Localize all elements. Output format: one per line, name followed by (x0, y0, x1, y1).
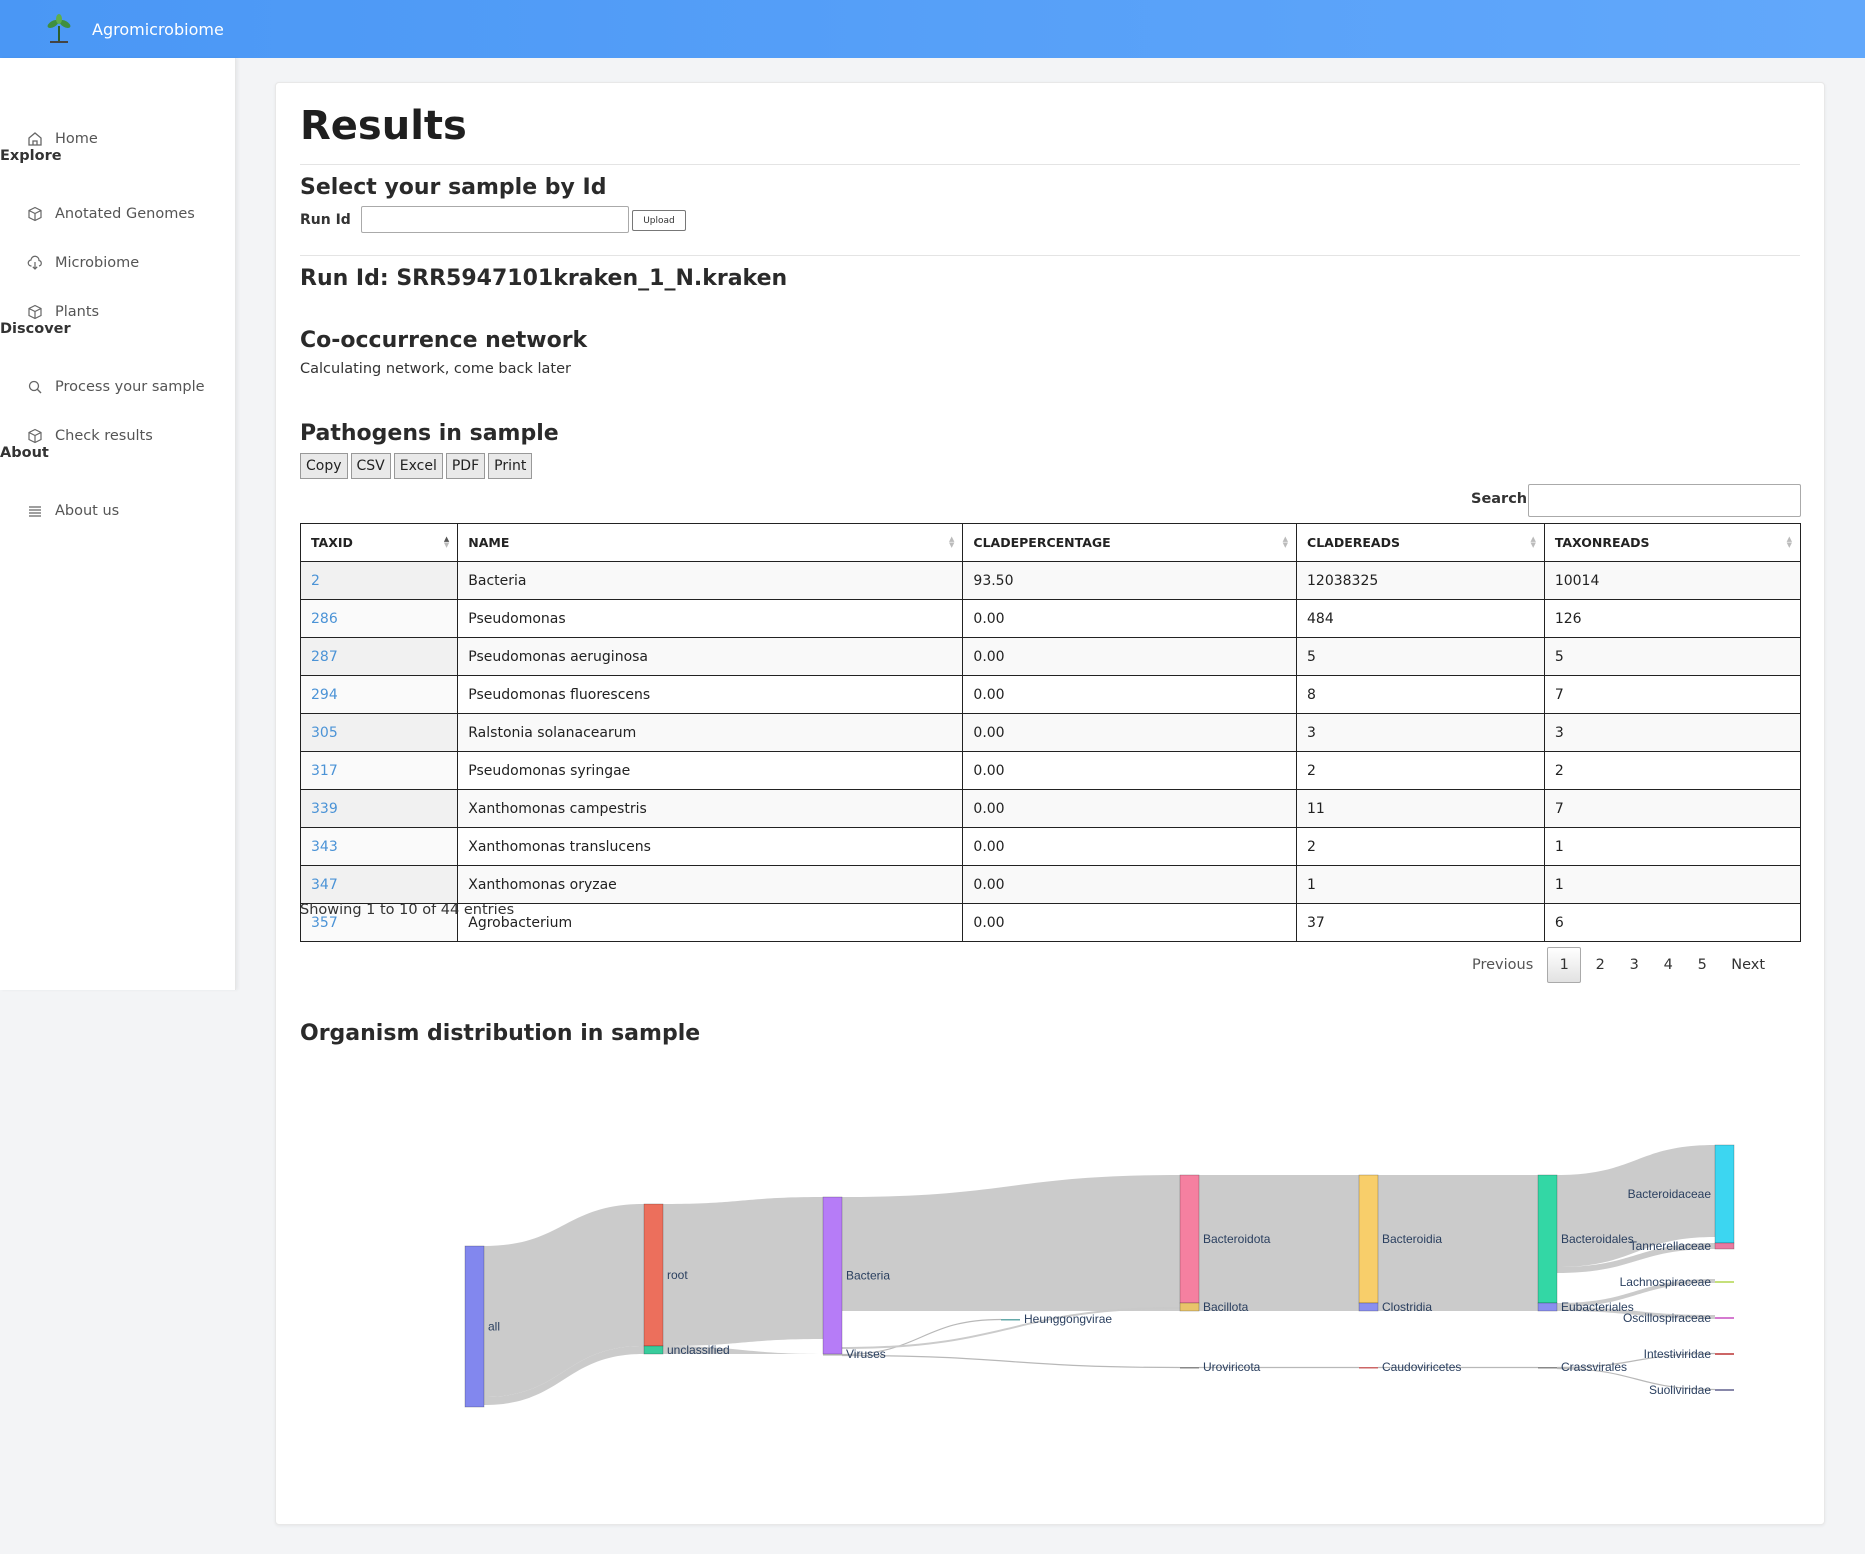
sankey-label-crassvirales: Crassvirales (1561, 1360, 1627, 1374)
sankey-node-all[interactable] (464, 1245, 485, 1408)
results-card: Results Select your sample by Id Run Id … (275, 82, 1825, 1525)
sankey-label-bacteroidales: Bacteroidales (1561, 1232, 1634, 1246)
sankey-label-bacteroidaceae: Bacteroidaceae (1628, 1187, 1712, 1201)
sankey-node-uroviricota[interactable] (1180, 1367, 1199, 1369)
cube-icon (26, 303, 44, 321)
sankey-node-tannerellaceae[interactable] (1714, 1242, 1735, 1250)
sankey-node-bacteroidaceae[interactable] (1714, 1144, 1735, 1244)
sankey-label-tannerellaceae: Tannerellaceae (1630, 1239, 1712, 1253)
cube-icon (26, 427, 44, 445)
app-title[interactable]: Agromicrobiome (92, 20, 224, 39)
sidebar-item-label: About us (55, 503, 120, 519)
sankey-node-heunggongvirae[interactable] (1001, 1319, 1020, 1321)
sankey-label-uroviricota: Uroviricota (1203, 1360, 1261, 1374)
sankey-label-caudoviricetes: Caudoviricetes (1382, 1360, 1461, 1374)
sankey-label-bacteroidia: Bacteroidia (1382, 1232, 1442, 1246)
sidebar-item-anotated-genomes[interactable]: Anotated Genomes (26, 199, 195, 229)
list-icon (26, 502, 44, 520)
sankey-label-bacteroidota: Bacteroidota (1203, 1232, 1271, 1246)
sankey-node-oscillospiraceae[interactable] (1715, 1317, 1734, 1319)
sankey-node-crassvirales[interactable] (1538, 1367, 1557, 1369)
sankey-node-eubacteriales[interactable] (1537, 1302, 1558, 1312)
sankey-node-bacteroidales[interactable] (1537, 1174, 1558, 1304)
sankey-node-caudoviricetes[interactable] (1359, 1367, 1378, 1369)
sankey-link-all-root[interactable] (484, 1204, 644, 1397)
sankey-label-oscillospiraceae: Oscillospiraceae (1623, 1311, 1711, 1325)
top-bar: Agromicrobiome (0, 0, 1865, 58)
cube-icon (26, 205, 44, 223)
sankey-node-bacteroidia[interactable] (1358, 1174, 1379, 1304)
sankey-node-suoliviridae[interactable] (1715, 1389, 1734, 1391)
sankey-label-bacillota: Bacillota (1203, 1300, 1249, 1314)
sankey-chart: all root unclassified Bacteria Viruses Heungg… (464, 1144, 1735, 1408)
sankey-node-bacteria[interactable] (822, 1196, 843, 1355)
sankey-label-heunggongvirae: Heunggongvirae (1024, 1312, 1112, 1326)
sankey-node-bacteroidota[interactable] (1179, 1174, 1200, 1304)
sankey-node-lachnospiraceae[interactable] (1715, 1281, 1734, 1283)
sidebar-item-about-us[interactable]: About us (26, 496, 119, 526)
sankey-node-intestiviridae[interactable] (1715, 1353, 1734, 1355)
sankey-label-lachnospiraceae: Lachnospiraceae (1620, 1275, 1712, 1289)
sankey-label-clostridia: Clostridia (1382, 1300, 1432, 1314)
sankey-label-root: root (667, 1268, 688, 1282)
sankey-label-unclassified: unclassified (667, 1343, 730, 1357)
sankey-label-intestiviridae: Intestiviridae (1644, 1347, 1712, 1361)
cloud-download-icon (26, 254, 44, 272)
sidebar-item-label: Microbiome (55, 255, 140, 271)
sankey-link-viruses-bacillota[interactable] (842, 1307, 1180, 1349)
sidebar-section-discover: Discover (0, 321, 71, 337)
sankey-node-root[interactable] (643, 1203, 664, 1347)
sankey-label-suoliviridae: Suoliviridae (1649, 1383, 1711, 1397)
sidebar-item-microbiome[interactable]: Microbiome (26, 248, 139, 278)
sidebar-section-explore: Explore (0, 148, 62, 164)
sankey-label-bacteria: Bacteria (846, 1269, 890, 1283)
sankey-node-clostridia[interactable] (1358, 1302, 1379, 1312)
home-icon (26, 130, 44, 148)
sankey-label-all: all (488, 1320, 500, 1334)
search-icon (26, 378, 44, 396)
plant-logo-icon (47, 14, 71, 43)
sidebar-item-process-your-sample[interactable]: Process your sample (26, 372, 205, 402)
sidebar-item-label: Check results (55, 428, 153, 444)
sidebar-item-label: Process your sample (55, 379, 205, 395)
sidebar-section-about: About (0, 445, 49, 461)
sankey-link-bacteria-bacteroidota[interactable] (842, 1175, 1180, 1303)
sidebar-item-label: Anotated Genomes (55, 206, 195, 222)
sankey-label-viruses: Viruses (846, 1347, 886, 1361)
sankey-node-viruses[interactable] (823, 1354, 842, 1356)
sankey-node-unclassified[interactable] (643, 1345, 664, 1355)
sidebar: Home Explore Anotated Genomes Microbiome… (0, 58, 236, 990)
sankey-node-bacillota[interactable] (1179, 1302, 1200, 1312)
app-logo[interactable] (42, 11, 76, 47)
sankey-link-viruses-uroviricota[interactable] (841, 1354, 1181, 1369)
sidebar-item-label: Home (55, 131, 98, 147)
sidebar-item-label: Plants (55, 304, 100, 320)
